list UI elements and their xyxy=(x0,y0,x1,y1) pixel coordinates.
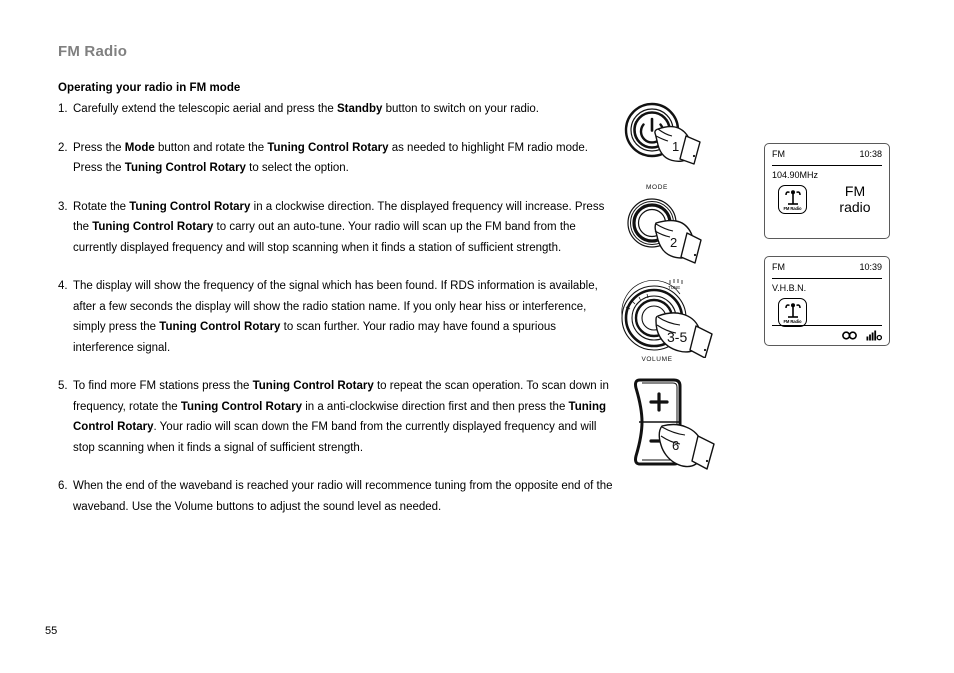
lcd-mode-text-line2: radio xyxy=(839,199,871,215)
fm-radio-icon-label: FM Radio xyxy=(783,206,802,211)
step-item: 3. Rotate the Tuning Control Rotary in a … xyxy=(58,197,614,259)
lcd-band-label: FM xyxy=(772,262,785,272)
lcd-station-name-text: V.H.B.N. xyxy=(772,283,807,293)
step-text: button and rotate the xyxy=(154,141,268,154)
mode-label: MODE xyxy=(646,184,668,191)
step-text: Press the xyxy=(73,141,125,154)
illustration-step-number: 6 xyxy=(672,438,679,453)
signal-strength-icon xyxy=(866,330,882,341)
lcd-mode-text: FM radio xyxy=(822,183,888,215)
lcd-body: FM Radio FM radio xyxy=(772,183,882,231)
steps-list: 1. Carefully extend the telescopic aerial… xyxy=(58,99,614,517)
illustration-step-number: 2 xyxy=(670,235,677,250)
step-number: 2. xyxy=(58,141,68,154)
tuning-rotary-drawing: TUNE 3-5 xyxy=(621,279,713,358)
lcd-top-bar: FM 10:38 xyxy=(772,148,882,166)
lcd-clock: 10:38 xyxy=(859,149,882,159)
antenna-icon xyxy=(784,303,801,318)
step-emphasis: Mode xyxy=(124,141,155,154)
lcd-clock: 10:39 xyxy=(859,262,882,272)
lcd-status-bar xyxy=(772,325,882,341)
step-text: To find more FM stations press the xyxy=(73,380,253,392)
step-number: 3. xyxy=(58,200,68,213)
illustration-volume-buttons: 6 xyxy=(612,374,752,474)
step-text: Carefully extend the telescopic aerial a… xyxy=(73,103,338,115)
step-number: 1. xyxy=(58,103,68,115)
illustration-column: 1 MODE 2 TUNE 3-5 VOLUME 6 xyxy=(612,96,752,476)
lcd-frequency-text: 104.90MHz xyxy=(772,170,819,180)
antenna-icon xyxy=(784,190,801,205)
step-text: in a anti-clockwise direction first and … xyxy=(302,400,569,413)
standby-button-drawing: 1 xyxy=(624,102,701,165)
fm-radio-icon-label: FM Radio xyxy=(783,319,802,324)
step-emphasis: Tuning Control Rotary xyxy=(129,200,251,213)
lcd-display-station-name: FM 10:39 V.H.B.N. FM Radio xyxy=(764,256,890,346)
fm-radio-mode-icon: FM Radio xyxy=(778,185,807,214)
instructions-column: Operating your radio in FM mode 1. Carefu… xyxy=(58,82,614,517)
stereo-icon xyxy=(841,331,857,340)
section-heading: Operating your radio in FM mode xyxy=(58,82,241,94)
step-emphasis: Tuning Control Rotary xyxy=(92,221,214,233)
volume-rocker-drawing: 6 xyxy=(634,378,715,470)
illustration-tuning-control-rotary: TUNE 3-5 VOLUME xyxy=(612,276,752,374)
step-emphasis: Standby xyxy=(337,103,383,115)
fm-radio-mode-icon: FM Radio xyxy=(778,298,807,327)
step-text: Rotate the xyxy=(73,200,130,213)
illustration-step-number: 3-5 xyxy=(667,329,687,345)
step-item: 1. Carefully extend the telescopic aerial… xyxy=(58,99,614,120)
tune-marks-icon xyxy=(669,279,683,284)
step-item: 6. When the end of the waveband is reache… xyxy=(58,476,614,517)
illustration-step-number: 1 xyxy=(672,139,679,154)
step-text: When the end of the waveband is reached … xyxy=(73,480,613,513)
step-emphasis: Tuning Control Rotary xyxy=(124,162,246,174)
step-text: to select the option. xyxy=(245,162,349,174)
step-emphasis: Tuning Control Rotary xyxy=(159,321,281,333)
step-item: 4. The display will show the frequency of… xyxy=(58,276,614,358)
illustration-standby-button: 1 xyxy=(612,96,752,184)
lcd-display-frequency: FM 10:38 104.90MHz FM Radio FM radio xyxy=(764,143,890,239)
illustration-mode-button: MODE 2 xyxy=(612,184,752,276)
lcd-mode-text-line1: FM xyxy=(844,183,866,199)
mode-button-drawing: 2 xyxy=(627,198,702,264)
step-number: 5. xyxy=(58,380,68,392)
step-item: 5. To find more FM stations press the Tun… xyxy=(58,376,614,458)
step-item: 2. Press the Mode button and rotate the T… xyxy=(58,138,614,179)
page-number: 55 xyxy=(45,625,58,637)
step-emphasis: Tuning Control Rotary xyxy=(252,380,374,392)
step-emphasis: Tuning Control Rotary xyxy=(180,400,302,413)
step-number: 6. xyxy=(58,480,68,492)
pointing-hand-icon xyxy=(654,219,702,264)
lcd-top-bar: FM 10:39 xyxy=(772,261,882,279)
step-text: button to switch on your radio. xyxy=(382,103,540,115)
step-number: 4. xyxy=(58,280,68,292)
step-emphasis: Tuning Control Rotary xyxy=(267,141,389,154)
volume-label: VOLUME xyxy=(641,356,673,363)
lcd-band-label: FM xyxy=(772,149,785,159)
page-title: FM Radio xyxy=(58,43,128,60)
